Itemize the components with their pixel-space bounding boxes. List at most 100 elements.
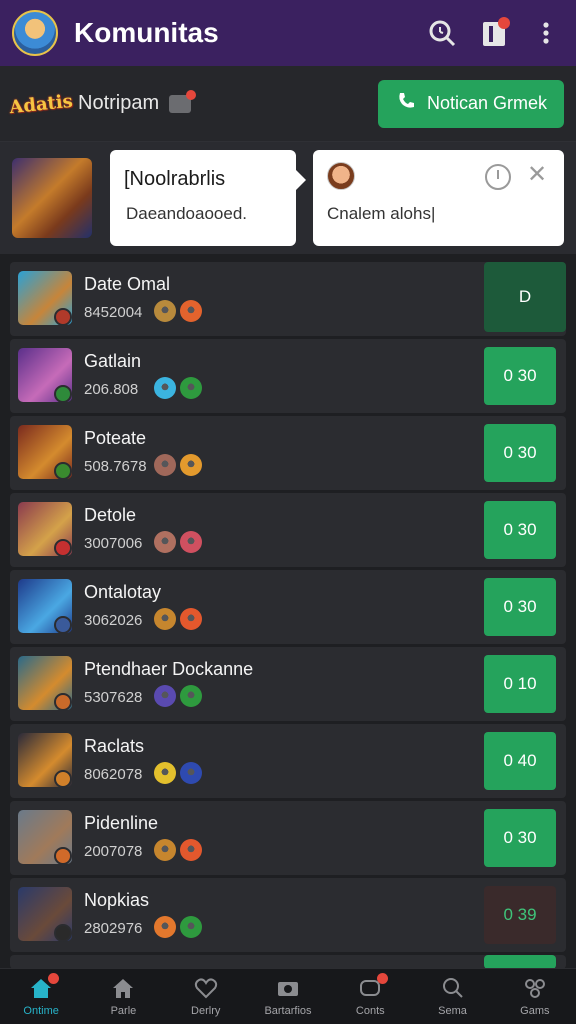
game-title: Ptendhaer Dockanne bbox=[84, 659, 254, 679]
join-button[interactable] bbox=[484, 955, 556, 969]
user-face-icon bbox=[327, 162, 355, 190]
close-icon[interactable]: ✕ bbox=[527, 160, 547, 189]
game-code: 5307628 bbox=[84, 689, 143, 706]
list-item[interactable]: Date Omal 8452004 D bbox=[10, 262, 566, 336]
game-code: 2007078 bbox=[84, 843, 143, 860]
join-button[interactable]: 0 10 bbox=[484, 655, 556, 713]
game-title: Raclats bbox=[84, 736, 145, 756]
notify-button-label: Notican Grmek bbox=[426, 93, 548, 113]
chat-icon bbox=[358, 972, 389, 999]
nav-label: Sema bbox=[438, 1004, 467, 1017]
more-vertical-icon[interactable] bbox=[528, 15, 564, 51]
game-code: 508.7678 bbox=[84, 458, 147, 475]
game-title: Date Omal bbox=[84, 274, 171, 294]
thumbnail-badge-icon bbox=[54, 462, 72, 480]
rank-icon bbox=[154, 608, 176, 630]
game-title: Poteate bbox=[84, 428, 147, 448]
list-item[interactable]: Detole 3007006 0 30 bbox=[10, 493, 566, 567]
join-button[interactable]: 0 39 bbox=[484, 886, 556, 944]
join-button[interactable]: D bbox=[484, 262, 566, 332]
thumbnail-badge-icon bbox=[54, 847, 72, 865]
list-item[interactable]: Pidenline 2007078 0 30 bbox=[10, 801, 566, 875]
logo-text: Adatis bbox=[8, 89, 74, 118]
nav-badge bbox=[48, 972, 60, 984]
home-icon bbox=[29, 972, 60, 999]
top-app-bar: Komunitas bbox=[0, 0, 576, 66]
nav-item-games[interactable]: Gams bbox=[494, 969, 576, 1024]
tooltip-card-secondary[interactable]: ✕ Cnalem alohs| bbox=[313, 150, 564, 246]
game-code: 8452004 bbox=[84, 304, 143, 321]
status-icon bbox=[180, 377, 202, 399]
status-icon bbox=[180, 916, 202, 938]
status-icon bbox=[180, 762, 202, 784]
nav-item-camera[interactable]: Bartarfios bbox=[247, 969, 329, 1024]
games-icon bbox=[523, 977, 547, 999]
join-button[interactable]: 0 30 bbox=[484, 501, 556, 559]
community-label: Notripam bbox=[78, 92, 160, 114]
house-icon bbox=[111, 977, 135, 999]
thumbnail-badge-icon bbox=[54, 693, 72, 711]
rank-icon bbox=[154, 762, 176, 784]
list-item[interactable]: Nopkias 2802976 0 39 bbox=[10, 878, 566, 952]
featured-game-art[interactable] bbox=[12, 158, 92, 238]
thumbnail-badge-icon bbox=[54, 924, 72, 942]
status-icon bbox=[180, 685, 202, 707]
thumbnail-badge-icon bbox=[54, 770, 72, 788]
avatar[interactable] bbox=[12, 10, 58, 56]
rank-icon bbox=[154, 377, 176, 399]
game-code: 8062078 bbox=[84, 766, 143, 783]
list-item[interactable]: Gatlain 206.808 0 30 bbox=[10, 339, 566, 413]
join-button[interactable]: 0 30 bbox=[484, 809, 556, 867]
join-button[interactable]: 0 30 bbox=[484, 347, 556, 405]
list-item[interactable]: Ontalotay 3062026 0 30 bbox=[10, 570, 566, 644]
nav-item-house[interactable]: Parle bbox=[82, 969, 164, 1024]
thumbnail-badge-icon bbox=[54, 385, 72, 403]
join-button[interactable]: 0 30 bbox=[484, 578, 556, 636]
notification-badge bbox=[498, 17, 510, 29]
rank-icon bbox=[154, 916, 176, 938]
nav-item-search[interactable]: Sema bbox=[411, 969, 493, 1024]
game-title: Pidenline bbox=[84, 813, 159, 833]
join-button[interactable]: 0 40 bbox=[484, 732, 556, 790]
tooltip-title: [Noolrabrlis bbox=[124, 168, 226, 190]
nav-label: Parle bbox=[110, 1004, 137, 1017]
status-icon bbox=[180, 608, 202, 630]
nav-label: Derlry bbox=[191, 1004, 221, 1017]
thumbnail-badge-icon bbox=[54, 616, 72, 634]
game-list: Date Omal 8452004 D Gatlain 206.808 0 30 Potea… bbox=[10, 262, 566, 972]
nav-label: Conts bbox=[355, 1004, 385, 1017]
camera-icon bbox=[276, 977, 300, 999]
game-title: Gatlain bbox=[84, 351, 142, 371]
list-item[interactable]: Ptendhaer Dockanne 5307628 0 10 bbox=[10, 647, 566, 721]
list-item-partial[interactable] bbox=[10, 955, 566, 969]
nav-item-heart[interactable]: Derlry bbox=[165, 969, 247, 1024]
nav-label: Ontime bbox=[23, 1004, 59, 1017]
list-item[interactable]: Poteate 508.7678 0 30 bbox=[10, 416, 566, 490]
join-button[interactable]: 0 30 bbox=[484, 424, 556, 482]
game-title: Nopkias bbox=[84, 890, 150, 910]
rank-icon bbox=[154, 454, 176, 476]
game-code: 2802976 bbox=[84, 920, 143, 937]
notes-icon[interactable] bbox=[476, 15, 512, 51]
featured-strip: [Noolrabrlis Daeandoaooed. ✕ Cnalem aloh… bbox=[0, 142, 576, 254]
tooltip-message: Cnalem alohs| bbox=[327, 204, 436, 223]
notify-button[interactable]: Notican Grmek bbox=[378, 79, 564, 128]
tooltip-card-primary[interactable]: [Noolrabrlis Daeandoaooed. bbox=[110, 150, 296, 246]
game-title: Ontalotay bbox=[84, 582, 162, 602]
app-root: Komunitas Adatis Notripam Notican Grmek … bbox=[0, 0, 576, 1024]
nav-item-chat[interactable]: Conts bbox=[329, 969, 411, 1024]
inbox-icon[interactable] bbox=[169, 89, 197, 113]
search-icon[interactable] bbox=[424, 15, 460, 51]
clock-icon[interactable] bbox=[485, 164, 511, 190]
game-title: Detole bbox=[84, 505, 137, 525]
tooltip-pointer bbox=[296, 170, 306, 190]
nav-item-home[interactable]: Ontime bbox=[0, 969, 82, 1024]
community-logo[interactable]: Adatis bbox=[8, 79, 74, 129]
game-code: 3062026 bbox=[84, 612, 143, 629]
game-code: 206.808 bbox=[84, 381, 139, 398]
nav-label: Gams bbox=[520, 1004, 550, 1017]
status-icon bbox=[180, 300, 202, 322]
nav-label: Bartarfios bbox=[264, 1004, 312, 1017]
rank-icon bbox=[154, 531, 176, 553]
list-item[interactable]: Raclats 8062078 0 40 bbox=[10, 724, 566, 798]
